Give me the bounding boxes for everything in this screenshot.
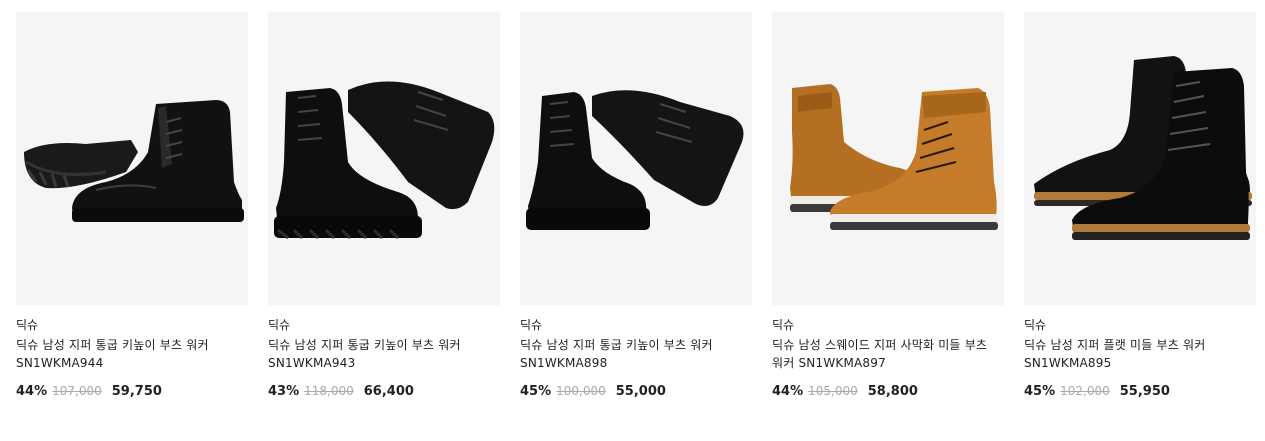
discount-rate: 45% [520,384,552,399]
product-card[interactable]: 딕슈 딕슈 남성 지퍼 통굽 키높이 부츠 워커 SN1WKMA944 44% … [16,12,248,401]
product-brand: 딕슈 [268,318,291,332]
product-card[interactable]: 딕슈 딕슈 남성 지퍼 플랫 미들 부츠 워커 SN1WKMA895 45% 1… [1024,12,1256,401]
product-image[interactable] [1024,12,1256,305]
sale-price: 55,950 [1119,384,1170,399]
boots-illustration [274,81,495,240]
discount-rate: 45% [1024,384,1056,399]
product-brand: 딕슈 [16,318,39,332]
product-name[interactable]: 딕슈 남성 지퍼 통굽 키높이 부츠 워커 SN1WKMA944 [16,336,248,372]
sale-price: 59,750 [111,384,162,399]
product-name[interactable]: 딕슈 남성 지퍼 통굽 키높이 부츠 워커 SN1WKMA943 [268,336,500,372]
sale-price: 66,400 [363,384,414,399]
sale-price: 58,800 [867,384,918,399]
sale-price: 55,000 [615,384,666,399]
original-price: 118,000 [304,384,354,398]
product-image[interactable] [520,12,752,305]
product-card[interactable]: 딕슈 딕슈 남성 스웨이드 지퍼 사막화 미들 부츠 워커 SN1WKMA897… [772,12,1004,401]
boots-illustration [526,90,744,230]
discount-rate: 44% [772,384,804,399]
original-price: 102,000 [1060,384,1110,398]
discount-rate: 44% [16,384,48,399]
product-name[interactable]: 딕슈 남성 지퍼 통굽 키높이 부츠 워커 SN1WKMA898 [520,336,752,372]
original-price: 105,000 [808,384,858,398]
original-price: 107,000 [52,384,102,398]
product-image[interactable] [268,12,500,305]
boots-illustration [790,84,998,230]
product-brand: 딕슈 [772,318,795,332]
price-row: 44% 105,000 58,800 [772,382,1004,401]
boots-illustration [1034,56,1252,240]
product-grid: 딕슈 딕슈 남성 지퍼 통굽 키높이 부츠 워커 SN1WKMA944 44% … [16,12,1256,401]
price-row: 44% 107,000 59,750 [16,382,248,401]
product-name[interactable]: 딕슈 남성 스웨이드 지퍼 사막화 미들 부츠 워커 SN1WKMA897 [772,336,1004,372]
product-brand: 딕슈 [520,318,543,332]
price-row: 43% 118,000 66,400 [268,382,500,401]
discount-rate: 43% [268,384,300,399]
product-name[interactable]: 딕슈 남성 지퍼 플랫 미들 부츠 워커 SN1WKMA895 [1024,336,1256,372]
product-card[interactable]: 딕슈 딕슈 남성 지퍼 통굽 키높이 부츠 워커 SN1WKMA943 43% … [268,12,500,401]
price-row: 45% 102,000 55,950 [1024,382,1256,401]
original-price: 100,000 [556,384,606,398]
product-card[interactable]: 딕슈 딕슈 남성 지퍼 통굽 키높이 부츠 워커 SN1WKMA898 45% … [520,12,752,401]
product-image[interactable] [772,12,1004,305]
product-image[interactable] [16,12,248,305]
product-brand: 딕슈 [1024,318,1047,332]
boots-illustration [24,100,244,222]
price-row: 45% 100,000 55,000 [520,382,752,401]
